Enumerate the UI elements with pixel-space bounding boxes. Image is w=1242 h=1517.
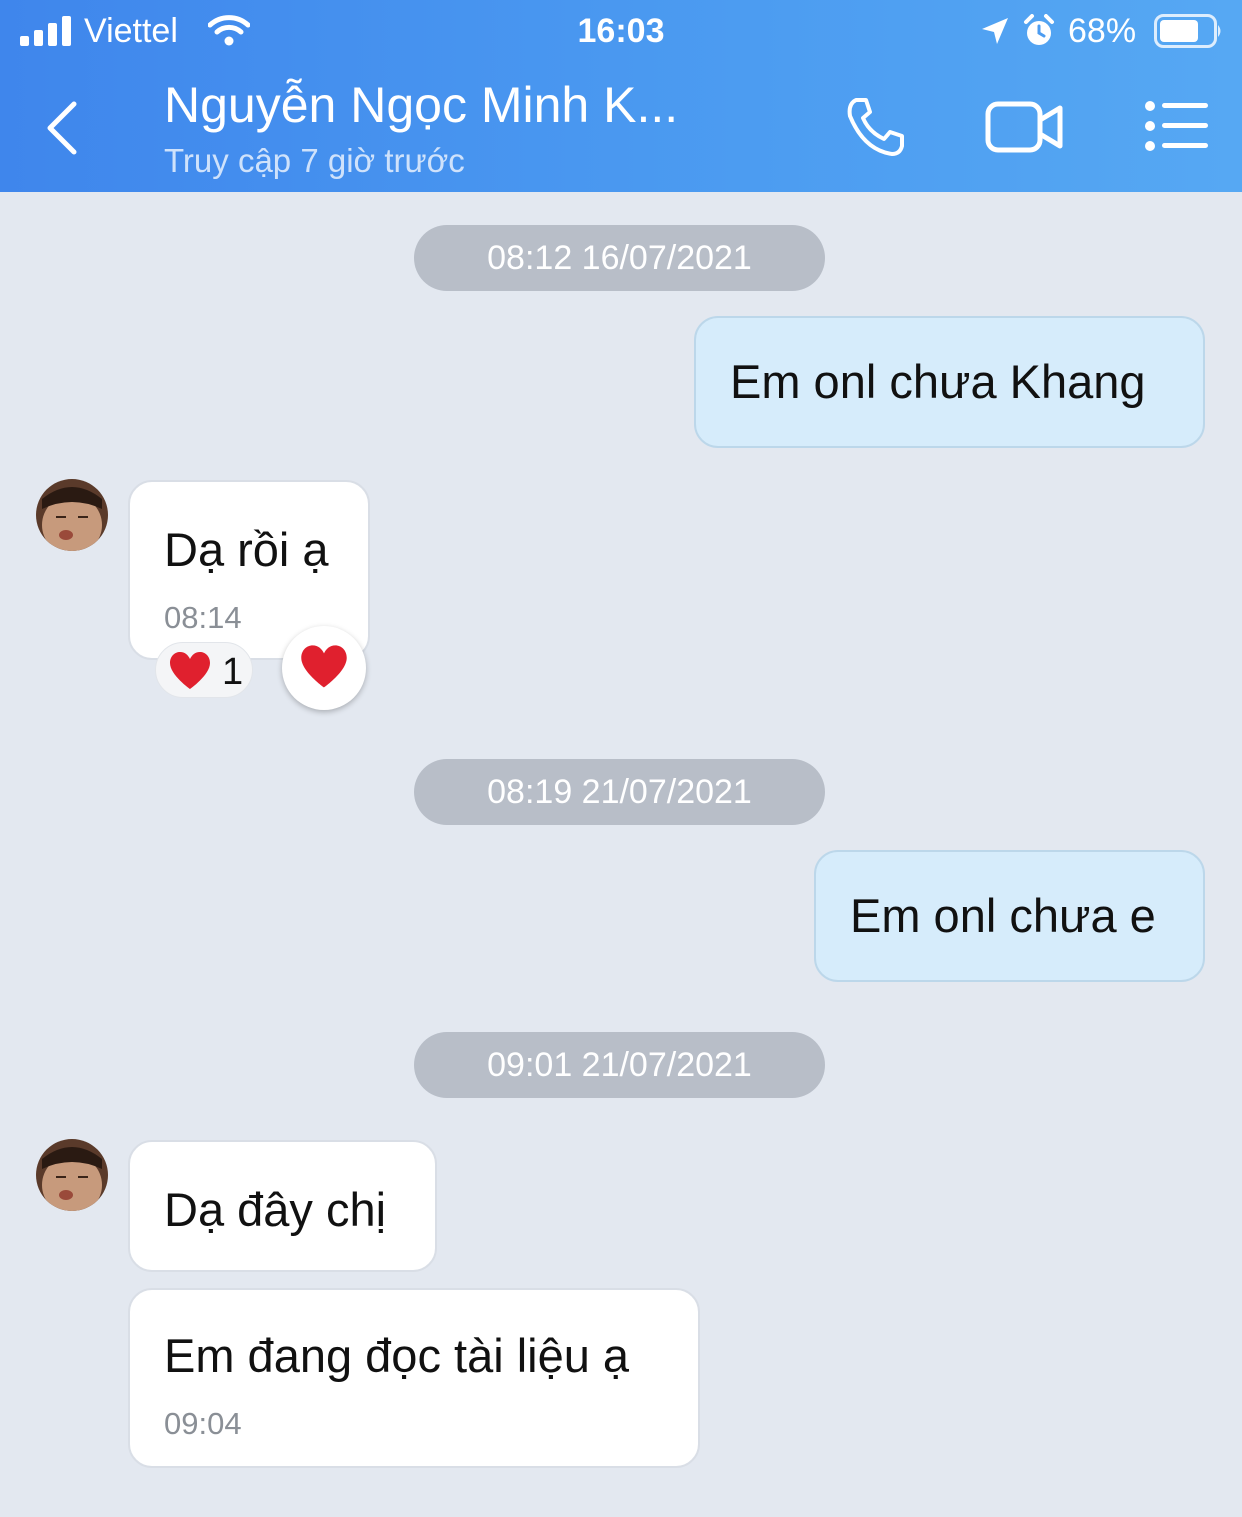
contact-name[interactable]: Nguyễn Ngọc Minh K... [164,76,678,134]
reaction-count: 1 [222,651,244,693]
chat-header: Viettel 16:03 68% Nguyễn Ngọc Minh K... … [0,0,1242,192]
status-bar: Viettel 16:03 68% [0,0,1242,64]
date-separator: 08:12 16/07/2021 [414,225,825,291]
avatar[interactable] [36,1139,108,1211]
message-text: Dạ rồi ạ [164,523,329,576]
react-button[interactable] [282,626,366,710]
back-button[interactable] [30,88,90,168]
battery-percent: 68% [1068,12,1137,50]
message-text: Em onl chưa Khang [730,355,1146,408]
message-bubble-outgoing[interactable]: Em onl chưa e [814,850,1205,982]
avatar-photo [36,1139,108,1211]
heart-icon [170,652,210,689]
location-arrow-icon [982,18,1008,44]
date-separator: 08:19 21/07/2021 [414,759,825,825]
reaction-summary[interactable]: 1 [155,642,253,698]
heart-icon [301,645,347,688]
message-bubble-incoming[interactable]: Em đang đọc tài liệu ạ 09:04 [128,1288,700,1468]
avatar[interactable] [36,479,108,551]
list-menu-icon[interactable] [1142,98,1210,154]
alarm-clock-icon [1024,14,1054,45]
battery-icon [1154,14,1221,48]
message-bubble-incoming[interactable]: Dạ đây chị [128,1140,437,1272]
message-time: 08:14 [164,600,242,635]
avatar-photo [36,479,108,551]
message-text: Em đang đọc tài liệu ạ [164,1329,630,1382]
phone-icon[interactable] [842,94,908,160]
message-time: 09:04 [164,1406,242,1441]
message-text: Em onl chưa e [850,889,1156,942]
message-text: Dạ đây chị [164,1183,387,1236]
video-camera-icon[interactable] [984,96,1066,158]
date-separator: 09:01 21/07/2021 [414,1032,825,1098]
last-seen-status: Truy cập 7 giờ trước [164,142,465,179]
message-bubble-outgoing[interactable]: Em onl chưa Khang [694,316,1205,448]
